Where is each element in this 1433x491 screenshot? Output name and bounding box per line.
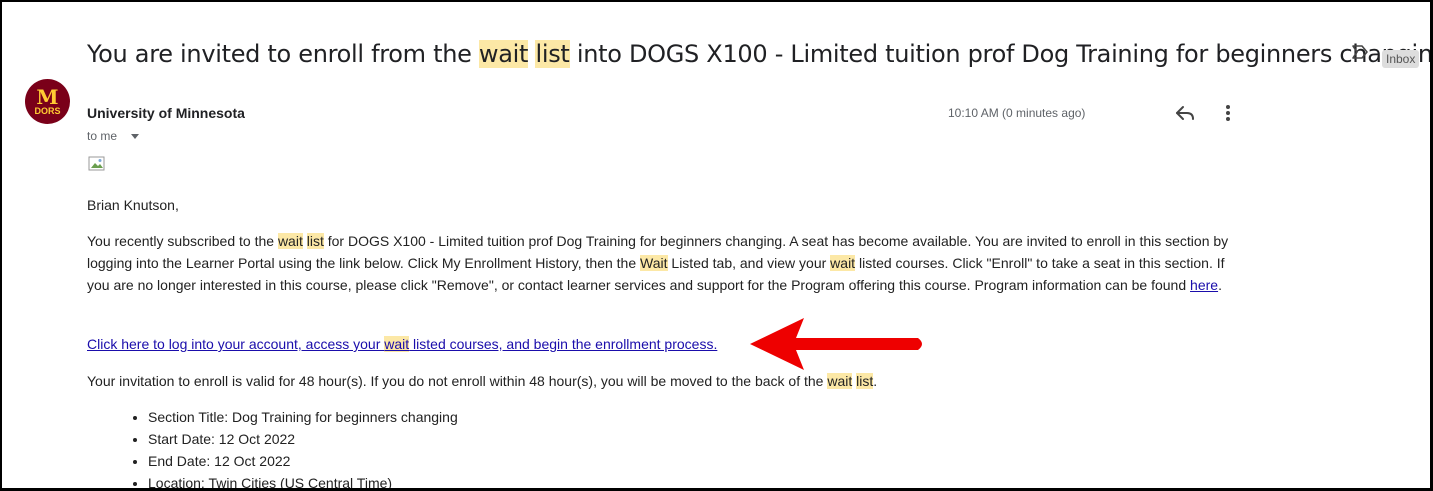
subject-highlight: wait bbox=[478, 40, 529, 68]
section-title-item: Section Title: Dog Training for beginner… bbox=[148, 406, 458, 428]
location-item: Location: Twin Cities (US Central Time) bbox=[148, 472, 458, 488]
reply-icon[interactable] bbox=[1173, 102, 1197, 124]
subject-highlight: list bbox=[535, 40, 570, 68]
paragraph-text: You recently subscribed to the bbox=[87, 233, 278, 249]
broken-image-icon bbox=[88, 156, 105, 171]
subject-text: into DOGS X100 - Limited tuition prof Do… bbox=[569, 40, 1433, 68]
program-info-link[interactable]: here bbox=[1190, 277, 1218, 293]
email-timestamp: 10:10 AM (0 minutes ago) bbox=[948, 106, 1086, 120]
sender-avatar[interactable]: M DORS bbox=[25, 79, 70, 124]
inbox-label-badge[interactable]: Inbox bbox=[1382, 50, 1420, 68]
invitation-validity-text: Your invitation to enroll is valid for 4… bbox=[87, 370, 1247, 392]
red-arrow-annotation bbox=[750, 318, 922, 370]
paragraph-text: Listed tab, and view your bbox=[667, 255, 831, 271]
search-highlight: list bbox=[856, 373, 874, 389]
email-greeting: Brian Knutson, bbox=[87, 197, 179, 213]
section-details-list: Section Title: Dog Training for beginner… bbox=[112, 406, 458, 488]
email-subject: You are invited to enroll from the wait … bbox=[87, 40, 1433, 68]
more-options-icon[interactable] bbox=[1218, 102, 1238, 124]
paragraph-text: Your invitation to enroll is valid for 4… bbox=[87, 373, 828, 389]
end-date-item: End Date: 12 Oct 2022 bbox=[148, 450, 458, 472]
paragraph-text: . bbox=[873, 373, 878, 389]
recipient-label: to me bbox=[87, 129, 118, 143]
avatar-letter: M bbox=[36, 84, 59, 109]
avatar-text: DORS bbox=[34, 105, 61, 116]
search-highlight[interactable]: wait bbox=[384, 336, 410, 352]
search-highlight: Wait bbox=[640, 255, 668, 271]
search-highlight: wait bbox=[830, 255, 856, 271]
search-highlight: wait bbox=[277, 233, 303, 249]
paragraph-text: . bbox=[1218, 277, 1222, 293]
search-highlight: list bbox=[306, 233, 324, 249]
start-date-item: Start Date: 12 Oct 2022 bbox=[148, 428, 458, 450]
sender-name[interactable]: University of Minnesota bbox=[87, 105, 245, 121]
link-text[interactable]: listed courses, and begin the enrollment… bbox=[409, 336, 717, 352]
email-paragraph: You recently subscribed to the wait list… bbox=[87, 230, 1247, 296]
link-text[interactable]: Click here to log into your account, acc… bbox=[87, 336, 384, 352]
important-marker-icon[interactable] bbox=[1351, 44, 1369, 60]
search-highlight: wait bbox=[827, 373, 853, 389]
enrollment-login-link[interactable]: Click here to log into your account, acc… bbox=[87, 333, 717, 355]
chevron-down-icon[interactable] bbox=[131, 133, 140, 139]
email-view: You are invited to enroll from the wait … bbox=[0, 0, 1433, 491]
subject-text: You are invited to enroll from the bbox=[87, 40, 479, 68]
recipient-details-toggle[interactable]: to me bbox=[87, 129, 140, 143]
